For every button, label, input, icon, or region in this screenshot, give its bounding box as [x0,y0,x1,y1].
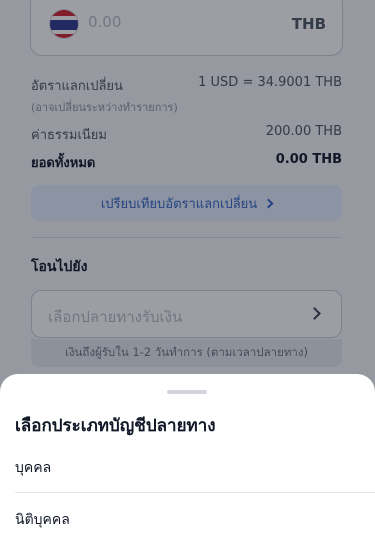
option-divider [15,492,375,493]
option-juristic-person[interactable]: นิติบุคคล [15,498,375,542]
account-type-sheet: เลือกประเภทบัญชีปลายทาง บุคคล นิติบุคคล [0,374,375,560]
option-label: นิติบุคคล [15,512,70,528]
option-individual[interactable]: บุคคล [15,446,375,490]
option-label: บุคคล [15,460,52,476]
sheet-title: เลือกประเภทบัญชีปลายทาง [15,416,216,436]
sheet-handle[interactable] [167,390,207,394]
